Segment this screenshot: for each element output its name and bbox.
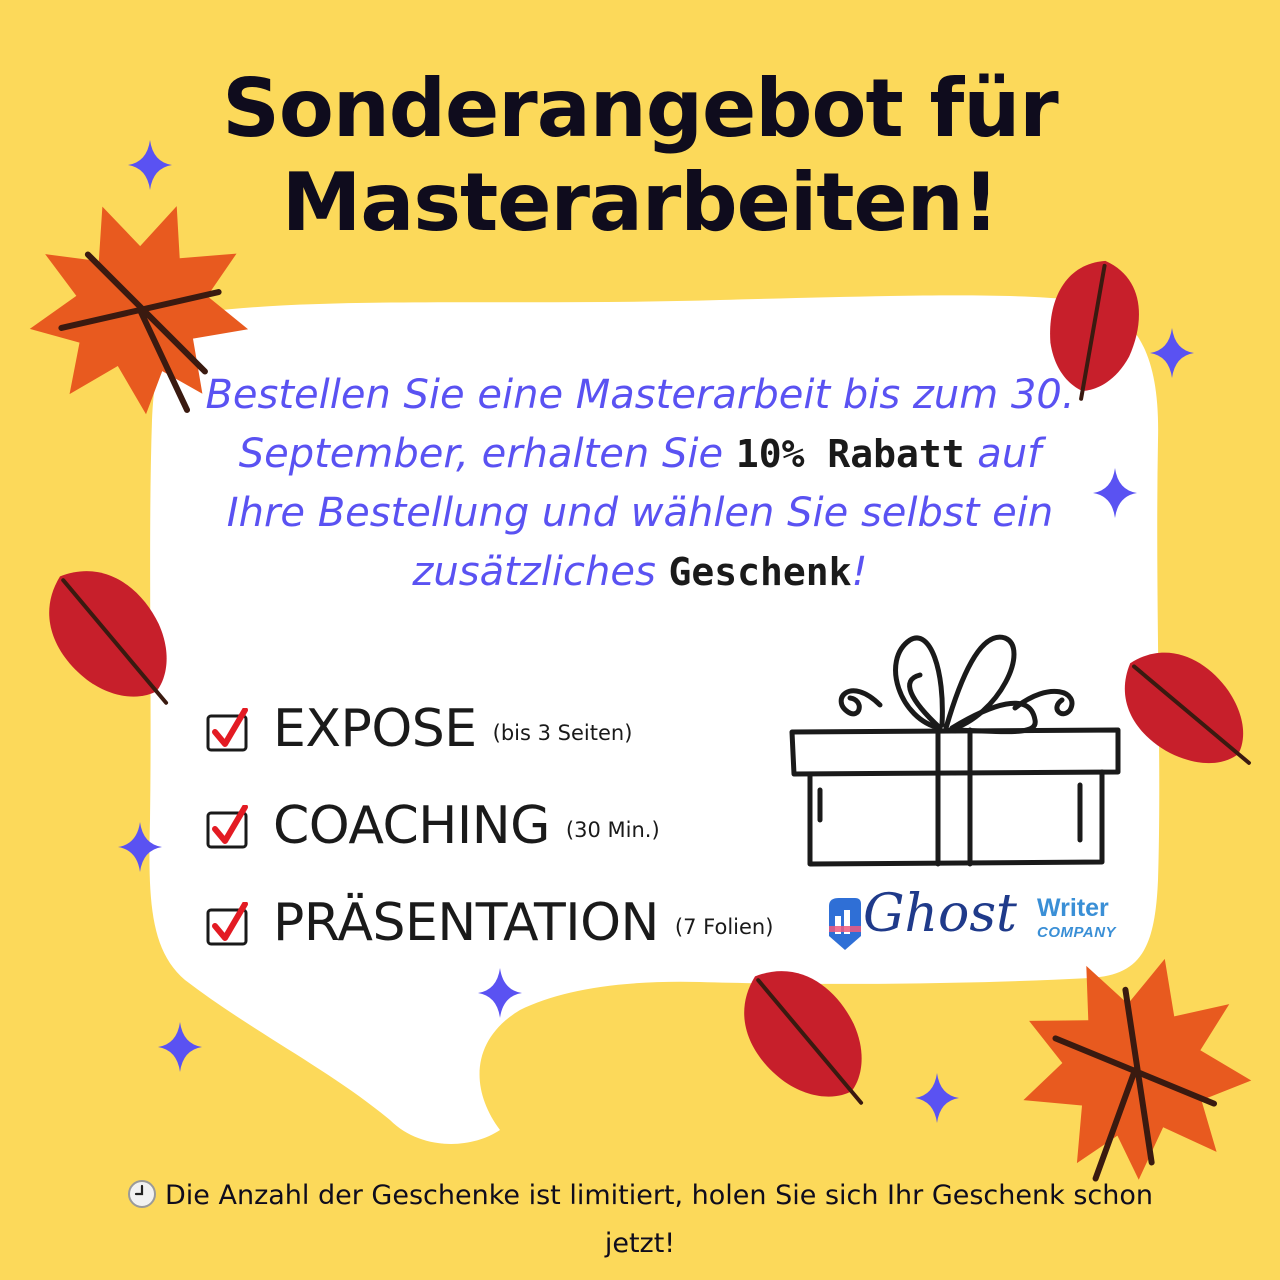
- promo-poster: Sonderangebot für Masterarbeiten! Bestel…: [0, 0, 1280, 1280]
- item-label: EXPOSE: [273, 698, 477, 759]
- item-note: (bis 3 Seiten): [492, 720, 633, 745]
- gift-highlight: Geschenk: [668, 550, 852, 594]
- logo-writer-text: Writer: [1037, 894, 1109, 922]
- gift-options-list: EXPOSE (bis 3 Seiten) COACHING (30 Min.)…: [205, 680, 825, 971]
- title-line-1: Sonderangebot für: [222, 62, 1059, 155]
- page-title: Sonderangebot für Masterarbeiten!: [0, 62, 1280, 250]
- checkmark-icon: [205, 804, 251, 848]
- sparkle-2: [1150, 328, 1194, 378]
- discount-highlight: 10% Rabatt: [735, 432, 965, 476]
- logo-mark-icon: [829, 898, 861, 950]
- item-note: (30 Min.): [565, 817, 660, 842]
- footer-notice: Die Anzahl der Geschenke ist limitiert, …: [90, 1172, 1190, 1268]
- item-note: (7 Folien): [674, 914, 774, 939]
- logo-company-text: COMPANY: [1037, 924, 1117, 941]
- promo-text: Bestellen Sie eine Masterarbeit bis zum …: [195, 366, 1085, 602]
- item-label: PRÄSENTATION: [273, 892, 659, 953]
- sparkle-6: [158, 1022, 202, 1072]
- list-item: COACHING (30 Min.): [205, 777, 825, 874]
- footer-text: Die Anzahl der Geschenke ist limitiert, …: [165, 1180, 1153, 1259]
- logo-ghost-text: Ghost: [863, 884, 1017, 944]
- clock-icon: [128, 1180, 157, 1208]
- checkmark-icon: [205, 707, 251, 751]
- list-item: EXPOSE (bis 3 Seiten): [205, 680, 825, 777]
- title-line-2: Masterarbeiten!: [281, 156, 999, 249]
- ghostwriter-logo: Ghost Writer COMPANY: [825, 884, 1135, 960]
- gift-box-icon: [789, 634, 1121, 867]
- item-label: COACHING: [273, 795, 550, 856]
- promo-part-3: !: [851, 549, 868, 595]
- list-item: PRÄSENTATION (7 Folien): [205, 874, 825, 971]
- sparkle-7: [915, 1073, 959, 1123]
- checkmark-icon: [205, 901, 251, 945]
